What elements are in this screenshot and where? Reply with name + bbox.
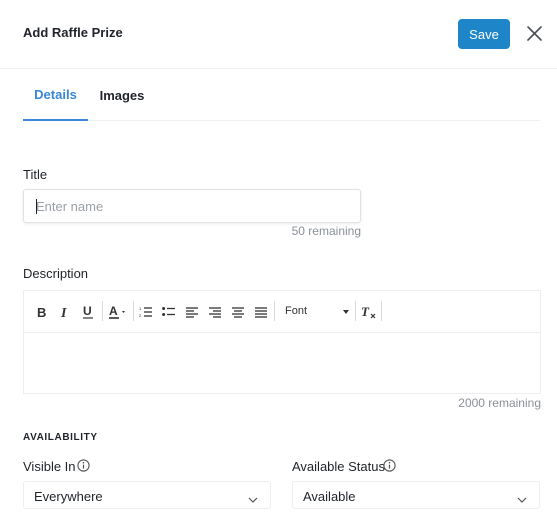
info-icon[interactable] — [383, 459, 396, 472]
align-left-icon[interactable] — [184, 302, 200, 322]
italic-icon[interactable]: I — [57, 302, 73, 322]
font-select-value: Font — [285, 305, 308, 317]
svg-text:2: 2 — [139, 313, 142, 318]
tab-bar: Details Images — [23, 69, 540, 121]
toolbar-separator — [355, 301, 356, 321]
chevron-down-icon — [343, 310, 349, 314]
svg-text:B: B — [37, 306, 46, 319]
svg-text:I: I — [60, 306, 67, 319]
available-status-select[interactable]: Available — [292, 481, 540, 509]
chevron-down-icon — [517, 491, 527, 506]
tab-details[interactable]: Details — [23, 69, 88, 121]
title-label: Title — [23, 167, 48, 182]
align-justify-icon[interactable] — [253, 302, 269, 322]
ordered-list-icon[interactable]: 12 — [138, 302, 154, 322]
close-icon[interactable] — [526, 25, 543, 42]
toolbar-separator — [133, 301, 134, 321]
bullet-list-icon[interactable] — [161, 302, 177, 322]
save-button[interactable]: Save — [458, 19, 510, 49]
visible-in-value: Everywhere — [34, 489, 103, 504]
text-caret — [36, 199, 37, 214]
description-remaining: 2000 remaining — [458, 396, 541, 410]
toolbar-separator — [274, 301, 275, 321]
description-editor: B I U A 12 Font T — [23, 290, 541, 394]
info-icon[interactable] — [77, 459, 90, 472]
svg-text:A: A — [109, 305, 118, 318]
svg-text:U: U — [83, 305, 92, 318]
chevron-down-icon — [248, 491, 258, 506]
dialog-title: Add Raffle Prize — [23, 25, 123, 40]
visible-in-label: Visible In — [23, 459, 76, 474]
editor-toolbar: B I U A 12 Font T — [24, 291, 540, 333]
tab-images[interactable]: Images — [100, 69, 145, 121]
align-right-icon[interactable] — [207, 302, 223, 322]
clear-format-icon[interactable]: T — [360, 302, 378, 322]
align-center-icon[interactable] — [230, 302, 246, 322]
font-select[interactable]: Font — [279, 302, 351, 322]
description-label: Description — [23, 266, 89, 281]
toolbar-separator — [102, 301, 103, 321]
toolbar-separator — [381, 301, 382, 321]
underline-icon[interactable]: U — [80, 302, 96, 322]
visible-in-select[interactable]: Everywhere — [23, 481, 271, 509]
availability-heading: AVAILABILITY — [23, 432, 98, 443]
svg-text:T: T — [361, 305, 370, 319]
description-editor-content[interactable] — [24, 333, 540, 393]
dialog-header: Add Raffle Prize Save — [0, 0, 557, 69]
available-status-label: Available Status — [292, 459, 385, 474]
svg-text:1: 1 — [139, 306, 142, 311]
title-remaining: 50 remaining — [291, 224, 361, 238]
font-color-icon[interactable]: A — [108, 302, 130, 322]
title-input[interactable] — [23, 189, 361, 223]
bold-icon[interactable]: B — [34, 302, 50, 322]
available-status-value: Available — [303, 489, 356, 504]
add-raffle-prize-dialog: Add Raffle Prize Save Details Images Tit… — [0, 0, 557, 526]
